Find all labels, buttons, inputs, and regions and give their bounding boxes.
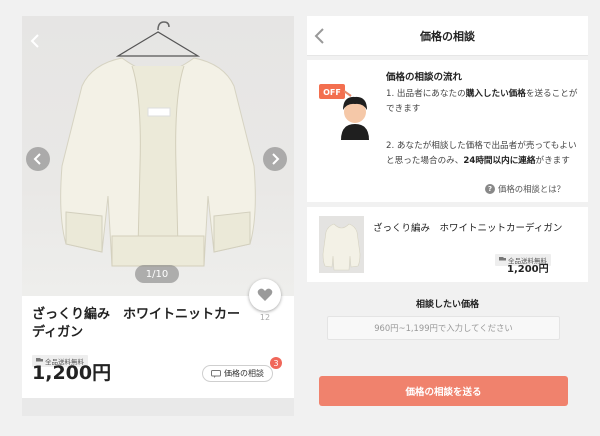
flow-step-2: 2. あなたが相談した価格で出品者が売ってもよいと思った場合のみ、24時間以内に… bbox=[386, 141, 577, 166]
image-pager: 1/10 bbox=[135, 265, 179, 283]
back-chevron-icon[interactable] bbox=[313, 28, 327, 44]
prev-arrow-icon bbox=[33, 153, 41, 165]
question-icon: ? bbox=[485, 184, 495, 194]
flow-step-1: 1. 出品者にあなたの購入したい価格を送ることができます bbox=[386, 89, 578, 114]
product-price: 1,200円 bbox=[32, 362, 112, 384]
product-price: 1,200円 bbox=[507, 264, 549, 275]
flow-title: 価格の相談の流れ bbox=[386, 72, 463, 83]
truck-icon bbox=[499, 257, 506, 261]
product-thumbnail bbox=[319, 216, 364, 273]
price-input-label: 相談したい価格 bbox=[415, 300, 479, 310]
negotiation-flow-card: OFF 価格の相談の流れ 1. 出品者にあなたの購入したい価格を送ることができま… bbox=[307, 60, 588, 202]
send-negotiation-button[interactable]: 価格の相談を送る bbox=[319, 376, 568, 406]
product-detail-panel: 1/10 12 ざっくり編み ホワイトニットカーディガン 全品送料無料 1,20… bbox=[22, 16, 294, 416]
page-title: 価格の相談 bbox=[420, 30, 475, 43]
price-negotiation-button[interactable]: 価格の相談 bbox=[202, 365, 273, 382]
notification-badge: 3 bbox=[270, 357, 282, 369]
like-button[interactable] bbox=[249, 279, 281, 311]
product-title: ざっくり編み ホワイトニットカーディガン bbox=[373, 223, 563, 234]
person-illustration: OFF bbox=[319, 84, 369, 140]
product-image[interactable]: 1/10 bbox=[22, 16, 294, 296]
back-chevron-icon[interactable] bbox=[30, 34, 40, 48]
cardigan-thumbnail bbox=[322, 223, 361, 271]
off-tag: OFF bbox=[323, 88, 341, 97]
chat-icon bbox=[211, 369, 221, 378]
like-count: 12 bbox=[259, 313, 271, 322]
prev-image-button[interactable] bbox=[26, 147, 50, 171]
help-link[interactable]: ? 価格の相談とは？ bbox=[485, 183, 565, 195]
price-input[interactable]: 960円~1,199円で入力してください bbox=[327, 316, 560, 340]
product-summary-card[interactable]: ざっくり編み ホワイトニットカーディガン 全品送料無料 1,200円 bbox=[307, 207, 588, 282]
section-divider bbox=[22, 398, 294, 416]
heart-icon bbox=[257, 288, 273, 301]
next-arrow-icon bbox=[272, 153, 280, 165]
next-image-button[interactable] bbox=[263, 147, 287, 171]
price-negotiation-panel: 価格の相談 OFF 価格の相談の流れ 1. 出品者にあなたの購入したい価格を送る… bbox=[307, 16, 588, 416]
product-title: ざっくり編み ホワイトニットカーディガン bbox=[32, 307, 241, 340]
cardigan-illustration bbox=[60, 21, 256, 267]
header-bar: 価格の相談 bbox=[307, 16, 588, 56]
